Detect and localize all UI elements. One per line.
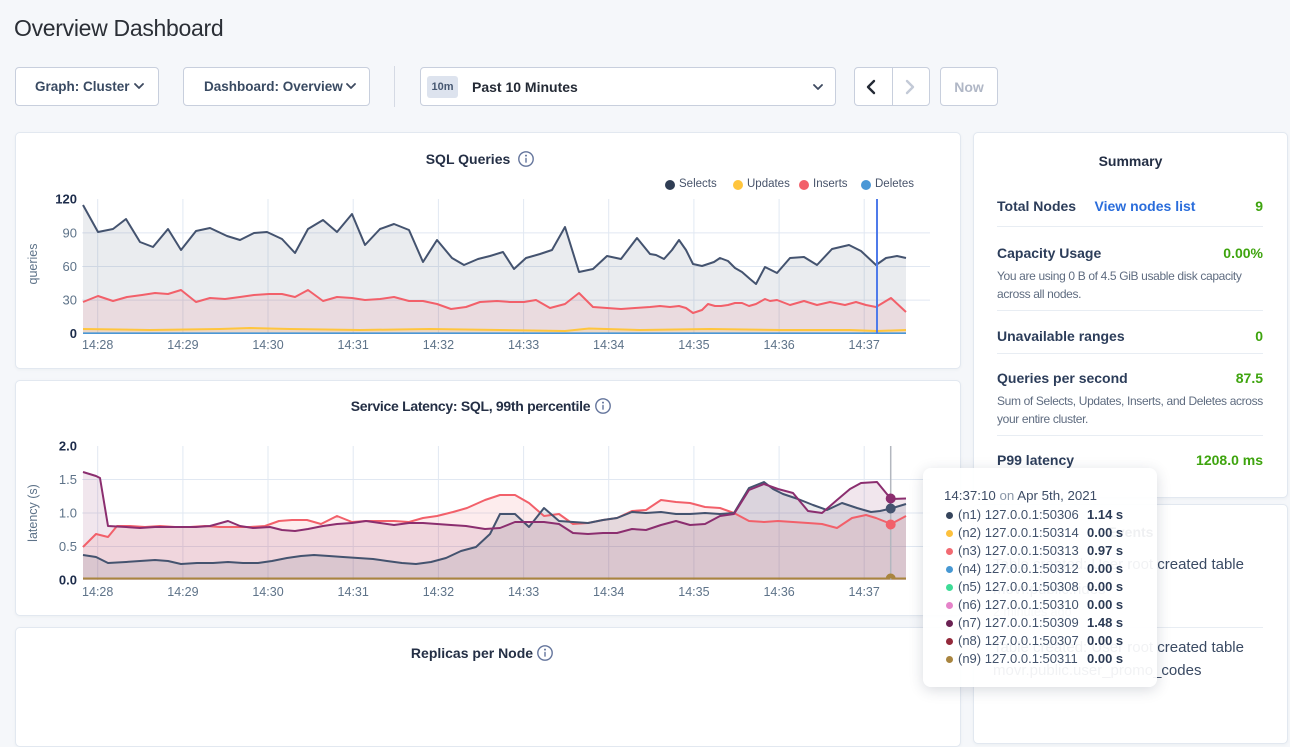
svg-text:1.5: 1.5 bbox=[59, 472, 77, 487]
svg-text:queries: queries bbox=[26, 244, 40, 285]
svg-text:14:30: 14:30 bbox=[252, 338, 283, 352]
svg-text:30: 30 bbox=[63, 293, 77, 308]
svg-text:14:35: 14:35 bbox=[678, 338, 709, 352]
svg-text:14:28: 14:28 bbox=[82, 338, 113, 352]
svg-text:1.0: 1.0 bbox=[59, 506, 77, 521]
svg-text:14:34: 14:34 bbox=[593, 585, 624, 599]
svg-text:14:32: 14:32 bbox=[423, 338, 454, 352]
svg-text:120: 120 bbox=[55, 192, 77, 207]
svg-text:90: 90 bbox=[63, 225, 77, 240]
svg-text:14:33: 14:33 bbox=[508, 585, 539, 599]
svg-text:14:33: 14:33 bbox=[508, 338, 539, 352]
svg-text:14:37: 14:37 bbox=[849, 338, 880, 352]
svg-text:14:30: 14:30 bbox=[252, 585, 283, 599]
svg-text:14:31: 14:31 bbox=[338, 585, 369, 599]
svg-text:14:35: 14:35 bbox=[678, 585, 709, 599]
svg-text:60: 60 bbox=[63, 259, 77, 274]
svg-text:14:32: 14:32 bbox=[423, 585, 454, 599]
svg-text:14:36: 14:36 bbox=[763, 585, 794, 599]
svg-text:2.0: 2.0 bbox=[59, 439, 77, 454]
svg-text:0.5: 0.5 bbox=[59, 539, 77, 554]
svg-text:14:29: 14:29 bbox=[167, 585, 198, 599]
svg-text:14:34: 14:34 bbox=[593, 338, 624, 352]
svg-text:14:36: 14:36 bbox=[763, 338, 794, 352]
svg-text:14:29: 14:29 bbox=[167, 338, 198, 352]
svg-text:latency (s): latency (s) bbox=[26, 484, 40, 542]
svg-text:14:37: 14:37 bbox=[849, 585, 880, 599]
svg-text:14:28: 14:28 bbox=[82, 585, 113, 599]
svg-text:14:31: 14:31 bbox=[338, 338, 369, 352]
svg-text:0.0: 0.0 bbox=[59, 573, 77, 588]
svg-text:0: 0 bbox=[70, 326, 77, 341]
